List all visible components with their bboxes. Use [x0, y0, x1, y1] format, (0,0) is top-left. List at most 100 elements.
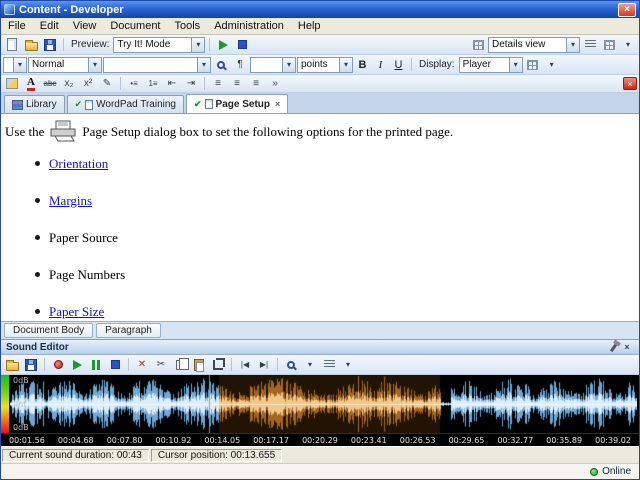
chevron-down-icon[interactable]: ▾ [191, 37, 205, 52]
menu-file[interactable]: File [1, 19, 33, 33]
save-audio-icon[interactable] [22, 357, 40, 373]
paragraph-marks-icon[interactable]: ¶ [231, 57, 249, 73]
zoom-icon[interactable] [282, 357, 300, 373]
menu-help[interactable]: Help [291, 19, 328, 33]
align-right-icon[interactable]: ≡ [247, 76, 265, 92]
outdent-icon[interactable]: ⇤ [163, 76, 181, 92]
paste-icon[interactable] [190, 357, 208, 373]
delete-icon[interactable]: ✕ [133, 357, 151, 373]
waveform-display[interactable] [10, 375, 637, 433]
tab-document-body[interactable]: Document Body [4, 323, 94, 338]
italic-button[interactable]: I [372, 57, 389, 73]
intro-text-before: Use the [5, 124, 45, 139]
size-unit-select[interactable]: points ▾ [297, 56, 353, 73]
db-label-top: 0dB [13, 376, 29, 385]
font-family-select[interactable]: ▾ [103, 56, 211, 73]
record-icon[interactable] [49, 357, 67, 373]
highlight-icon[interactable] [3, 76, 21, 92]
more-commands-icon[interactable]: » [266, 76, 284, 92]
size-unit-value: points [301, 59, 328, 70]
more-audio-options-icon[interactable]: ▾ [339, 357, 357, 373]
font-color-icon[interactable]: A [22, 76, 40, 92]
display-grid-icon[interactable] [524, 57, 542, 73]
zoom-select[interactable]: ▾ [3, 56, 27, 73]
strikethrough-icon[interactable]: abc [41, 76, 59, 92]
align-center-icon[interactable]: ≡ [228, 76, 246, 92]
timeline-ruler[interactable]: 00:01.56 00:04.68 00:07.80 00:10.92 00:1… [1, 433, 639, 446]
copy-icon[interactable] [171, 357, 189, 373]
tab-label: Page Setup [215, 98, 270, 110]
timeline-label: 00:17.17 [253, 435, 289, 445]
open-icon[interactable] [22, 37, 40, 53]
separator [63, 38, 64, 51]
view-mode-select[interactable]: Details view ▾ [488, 36, 580, 53]
paragraph-style-select[interactable]: Normal ▾ [28, 56, 102, 73]
pause-icon[interactable] [87, 357, 105, 373]
list-item: Page Numbers [35, 267, 629, 283]
display-options-icon[interactable]: ▾ [543, 57, 561, 73]
tab-wordpad-training[interactable]: ✔ WordPad Training [66, 95, 184, 113]
chevron-down-icon[interactable]: ▾ [282, 57, 295, 72]
pod-close-button[interactable]: × [623, 77, 637, 90]
save-icon[interactable] [41, 37, 59, 53]
subscript-icon[interactable]: x₂ [60, 76, 78, 92]
stop-preview-icon[interactable] [233, 37, 251, 53]
menu-administration[interactable]: Administration [207, 19, 291, 33]
close-panel-icon[interactable]: × [620, 341, 634, 353]
chevron-down-icon[interactable]: ▾ [197, 57, 210, 72]
separator [277, 358, 278, 371]
details-view-icon[interactable] [600, 37, 618, 53]
goto-end-icon[interactable]: ▶| [255, 357, 273, 373]
zoom-options-icon[interactable]: ▾ [301, 357, 319, 373]
bold-button[interactable]: B [354, 57, 371, 73]
cut-icon[interactable]: ✂ [152, 357, 170, 373]
intro-text-after: Page Setup dialog box to set the followi… [82, 124, 454, 139]
play-icon[interactable] [68, 357, 86, 373]
display-select[interactable]: Player ▾ [458, 56, 523, 73]
tab-close-icon[interactable]: × [275, 99, 280, 109]
menu-document[interactable]: Document [103, 19, 167, 33]
numbered-list-icon[interactable]: 1≡ [144, 76, 162, 92]
preview-mode-select[interactable]: Try It! Mode ▾ [113, 36, 206, 53]
bullet-list-icon[interactable]: •≡ [125, 76, 143, 92]
view-grid-icon[interactable] [469, 37, 487, 53]
indent-icon[interactable]: ⇥ [182, 76, 200, 92]
open-audio-icon[interactable] [3, 357, 21, 373]
window-close-button[interactable]: × [618, 2, 636, 17]
chevron-down-icon[interactable]: ▾ [13, 57, 26, 72]
stop-icon[interactable] [106, 357, 124, 373]
menu-tools[interactable]: Tools [168, 19, 208, 33]
structure-bar: Document Body Paragraph [1, 321, 639, 339]
chevron-down-icon[interactable]: ▾ [88, 57, 101, 72]
pin-icon[interactable] [606, 341, 620, 353]
chevron-down-icon[interactable]: ▾ [339, 57, 352, 72]
tab-page-setup[interactable]: ✔ Page Setup × [185, 94, 289, 113]
superscript-icon[interactable]: x² [79, 76, 97, 92]
more-options-icon[interactable]: ▾ [619, 37, 637, 53]
margins-link[interactable]: Margins [49, 193, 92, 208]
toolbar-standard: Preview: Try It! Mode ▾ Details view ▾ ▾ [1, 35, 639, 55]
preview-play-icon[interactable] [214, 37, 232, 53]
paper-size-link[interactable]: Paper Size [49, 304, 104, 319]
font-size-select[interactable]: ▾ [250, 56, 296, 73]
new-document-icon[interactable] [3, 37, 21, 53]
goto-start-icon[interactable]: |◀ [236, 357, 254, 373]
chevron-down-icon[interactable]: ▾ [508, 57, 522, 72]
orientation-link[interactable]: Orientation [49, 156, 108, 171]
find-icon[interactable] [212, 57, 230, 73]
timeline-label: 00:14.05 [204, 435, 241, 445]
waveform-options-icon[interactable] [320, 357, 338, 373]
document-editor[interactable]: Use the Page Setup dialog box to set the… [1, 114, 639, 321]
list-view-icon[interactable] [581, 37, 599, 53]
edit-style-icon[interactable]: ✎ [98, 76, 116, 92]
crop-icon[interactable] [209, 357, 227, 373]
tab-library[interactable]: Library [4, 95, 65, 113]
menu-edit[interactable]: Edit [33, 19, 66, 33]
align-left-icon[interactable]: ≡ [209, 76, 227, 92]
window-title: Content - Developer [19, 3, 124, 16]
check-icon: ✔ [193, 98, 202, 109]
underline-button[interactable]: U [390, 57, 407, 73]
tab-paragraph[interactable]: Paragraph [96, 323, 161, 338]
menu-view[interactable]: View [66, 19, 104, 33]
chevron-down-icon[interactable]: ▾ [566, 37, 579, 52]
